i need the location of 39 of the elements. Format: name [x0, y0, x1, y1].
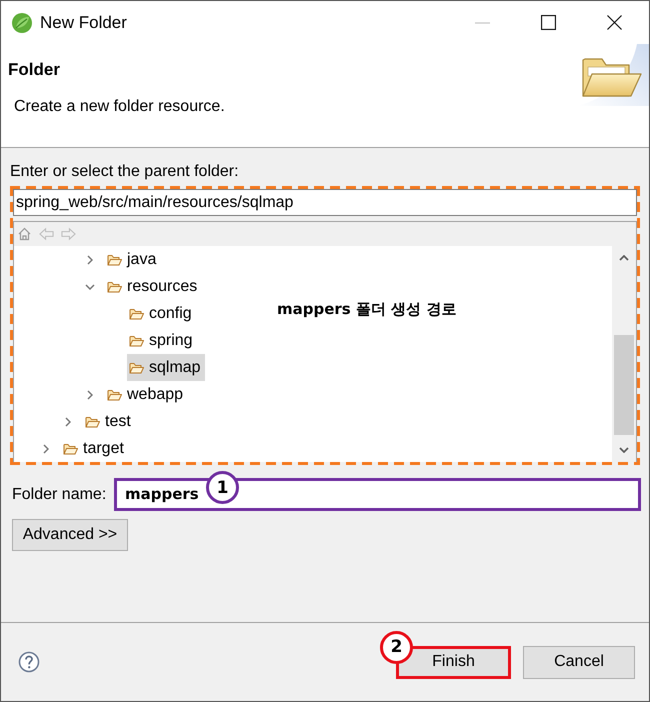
tree-item[interactable]: spring: [127, 327, 197, 354]
chevron-down-icon[interactable]: [619, 447, 629, 453]
folder-icon: [107, 254, 122, 266]
window-title: New Folder: [40, 12, 127, 32]
advanced-button[interactable]: Advanced >>: [12, 519, 128, 551]
step-badge: 2: [380, 630, 413, 664]
folder-icon: [107, 388, 122, 400]
folder-icon: [63, 442, 78, 454]
folder-icon: [129, 308, 144, 320]
chevron-icon[interactable]: [87, 254, 93, 264]
chevron-icon[interactable]: [43, 444, 49, 454]
chevron-icon[interactable]: [87, 390, 93, 400]
step-badge: 1: [206, 471, 239, 504]
chevron-up-icon[interactable]: [619, 255, 629, 261]
chevron-icon[interactable]: [85, 284, 95, 290]
tree-item[interactable]: java: [105, 246, 160, 273]
tree-item[interactable]: sqlmap: [127, 354, 205, 381]
tree-item[interactable]: webapp: [105, 381, 188, 408]
parent-folder-label: Enter or select the parent folder:: [10, 162, 239, 182]
cancel-button[interactable]: Cancel: [523, 646, 635, 678]
folder-icon: [129, 334, 144, 346]
leaf-icon: [11, 12, 33, 34]
folder-icon: [129, 362, 144, 374]
page-title: Folder: [8, 59, 60, 81]
help-icon[interactable]: [18, 651, 40, 673]
tree-item[interactable]: test: [83, 408, 135, 435]
page-description: Create a new folder resource.: [14, 97, 225, 117]
chevron-icon[interactable]: [65, 416, 71, 426]
folder-icon: [85, 416, 100, 428]
scrollbar[interactable]: [612, 246, 636, 462]
folder-name-label: Folder name:: [12, 486, 108, 504]
annotation-note: mappers 폴더 생성 경로: [277, 299, 456, 319]
scrollbar-thumb[interactable]: [614, 335, 634, 435]
tree-item[interactable]: target: [61, 435, 128, 462]
tree-item[interactable]: resources: [105, 273, 202, 300]
parent-folder-field[interactable]: spring_web/src/main/resources/sqlmap: [13, 189, 637, 216]
home-icon[interactable]: [17, 227, 32, 241]
folder-icon: [107, 280, 122, 292]
tree-item[interactable]: config: [127, 300, 196, 327]
